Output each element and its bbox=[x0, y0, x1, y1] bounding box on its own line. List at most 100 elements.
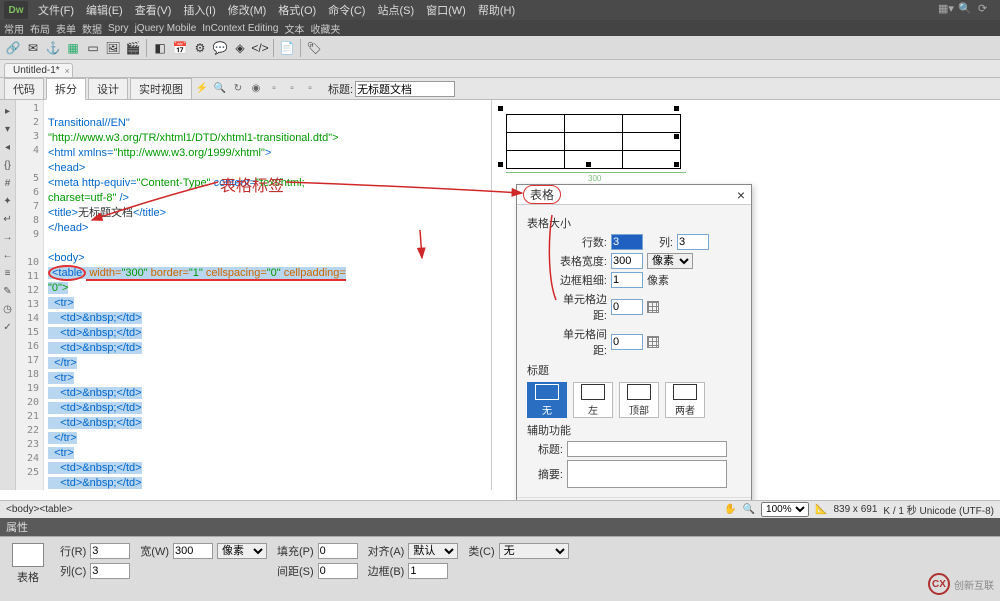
validate-icon[interactable]: ✓ bbox=[1, 320, 15, 334]
tab-text[interactable]: 文本 bbox=[284, 21, 304, 36]
date-icon[interactable]: 📅 bbox=[171, 39, 189, 57]
opt2-icon[interactable]: ▫ bbox=[284, 81, 300, 97]
hyperlink-icon[interactable]: 🔗 bbox=[4, 39, 22, 57]
tab-fav[interactable]: 收藏夹 bbox=[310, 21, 340, 36]
tag-selector-path[interactable]: <body><table> bbox=[6, 504, 73, 515]
server-icon[interactable]: ⚙ bbox=[191, 39, 209, 57]
menu-site[interactable]: 站点(S) bbox=[371, 2, 420, 18]
caption-left[interactable]: 左 bbox=[573, 382, 613, 418]
caption-none[interactable]: 无 bbox=[527, 382, 567, 418]
width-indicator: 300 bbox=[588, 174, 601, 183]
ruler-icon[interactable]: 📐 bbox=[815, 504, 827, 515]
select-parent-icon[interactable]: ◂ bbox=[1, 140, 15, 154]
dialog-titlebar[interactable]: 表格 × bbox=[517, 185, 751, 205]
border-input[interactable] bbox=[611, 272, 643, 288]
view-live[interactable]: 实时视图 bbox=[130, 78, 192, 100]
title-input[interactable] bbox=[355, 81, 455, 97]
cols-input[interactable] bbox=[677, 234, 709, 250]
script-icon[interactable]: </> bbox=[251, 39, 269, 57]
pp-cols-input[interactable] bbox=[90, 563, 130, 579]
pp-cellpad-input[interactable] bbox=[318, 543, 358, 559]
template-icon[interactable]: 📄 bbox=[278, 39, 296, 57]
refresh-icon[interactable]: ↻ bbox=[230, 81, 246, 97]
menu-modify[interactable]: 修改(M) bbox=[222, 2, 273, 18]
head-icon[interactable]: ◈ bbox=[231, 39, 249, 57]
anchor-icon[interactable]: ⚓ bbox=[44, 39, 62, 57]
doc-tab[interactable]: Untitled-1*× bbox=[4, 63, 73, 77]
tab-common[interactable]: 常用 bbox=[4, 21, 24, 36]
menu-file[interactable]: 文件(F) bbox=[32, 2, 80, 18]
menu-help[interactable]: 帮助(H) bbox=[472, 2, 521, 18]
menu-window[interactable]: 窗口(W) bbox=[420, 2, 472, 18]
sync-icon[interactable]: ⟳ bbox=[978, 2, 994, 18]
line-num-icon[interactable]: # bbox=[1, 176, 15, 190]
rows-label: 行数: bbox=[551, 234, 607, 250]
window-size[interactable]: 839 x 691 bbox=[833, 504, 877, 515]
view-design[interactable]: 设计 bbox=[88, 78, 128, 100]
indent-icon[interactable]: → bbox=[1, 230, 15, 244]
email-icon[interactable]: ✉ bbox=[24, 39, 42, 57]
cellpad-input[interactable] bbox=[611, 299, 643, 315]
tab-data[interactable]: 数据 bbox=[82, 21, 102, 36]
cellspace-input[interactable] bbox=[611, 334, 643, 350]
summary-textarea[interactable] bbox=[567, 460, 727, 488]
widget-icon[interactable]: ◧ bbox=[151, 39, 169, 57]
highlight-icon[interactable]: ✦ bbox=[1, 194, 15, 208]
menu-edit[interactable]: 编辑(E) bbox=[80, 2, 129, 18]
pp-width-unit[interactable]: 像素 bbox=[217, 543, 267, 559]
tab-jquery[interactable]: jQuery Mobile bbox=[135, 23, 197, 34]
nav-icon[interactable]: ◉ bbox=[248, 81, 264, 97]
pp-border-input[interactable] bbox=[408, 563, 448, 579]
caption-input[interactable] bbox=[567, 441, 727, 457]
wrap-icon[interactable]: ↵ bbox=[1, 212, 15, 226]
recent-icon[interactable]: ◷ bbox=[1, 302, 15, 316]
insert-toolbar: 🔗 ✉ ⚓ ▦ ▭ 🖼 🎬 ◧ 📅 ⚙ 💬 ◈ </> 📄 🏷 bbox=[0, 36, 1000, 60]
zoom-icon[interactable]: 🔍 bbox=[743, 504, 755, 515]
tab-spry[interactable]: Spry bbox=[108, 23, 129, 34]
tab-forms[interactable]: 表单 bbox=[56, 21, 76, 36]
menu-insert[interactable]: 插入(I) bbox=[177, 2, 221, 18]
format-icon[interactable]: ≡ bbox=[1, 266, 15, 280]
tab-incontext[interactable]: InContext Editing bbox=[202, 23, 278, 34]
pp-align-select[interactable]: 默认 bbox=[408, 543, 458, 559]
rows-input[interactable] bbox=[611, 234, 643, 250]
collapse-icon[interactable]: ▸ bbox=[1, 104, 15, 118]
opt3-icon[interactable]: ▫ bbox=[302, 81, 318, 97]
tag-icon[interactable]: 🏷 bbox=[305, 39, 323, 57]
div-icon[interactable]: ▭ bbox=[84, 39, 102, 57]
width-unit-select[interactable]: 像素 bbox=[647, 253, 693, 269]
pp-rows-input[interactable] bbox=[90, 543, 130, 559]
comment-icon[interactable]: 💬 bbox=[211, 39, 229, 57]
layout-icon[interactable]: ▦▾ bbox=[938, 2, 954, 18]
menu-format[interactable]: 格式(O) bbox=[272, 2, 322, 18]
pp-class-select[interactable]: 无 bbox=[499, 543, 569, 559]
zoom-select[interactable]: 100% bbox=[761, 502, 809, 517]
search-icon[interactable]: 🔍 bbox=[958, 2, 974, 18]
inspect-icon[interactable]: 🔍 bbox=[212, 81, 228, 97]
snippet-icon[interactable]: ✎ bbox=[1, 284, 15, 298]
menu-view[interactable]: 查看(V) bbox=[129, 2, 178, 18]
live-code-icon[interactable]: ⚡ bbox=[194, 81, 210, 97]
caption-top[interactable]: 顶部 bbox=[619, 382, 659, 418]
menu-command[interactable]: 命令(C) bbox=[322, 2, 371, 18]
close-icon[interactable]: × bbox=[64, 66, 69, 76]
code-editor[interactable]: Transitional//EN" "http://www.w3.org/TR/… bbox=[44, 100, 491, 490]
expand-icon[interactable]: ▾ bbox=[1, 122, 15, 136]
image-icon[interactable]: 🖼 bbox=[104, 39, 122, 57]
properties-header[interactable]: 属性 bbox=[0, 518, 1000, 536]
hand-icon[interactable]: ✋ bbox=[724, 504, 736, 515]
tab-layout[interactable]: 布局 bbox=[30, 21, 50, 36]
table-icon[interactable]: ▦ bbox=[64, 39, 82, 57]
media-icon[interactable]: 🎬 bbox=[124, 39, 142, 57]
caption-both[interactable]: 两者 bbox=[665, 382, 705, 418]
outdent-icon[interactable]: ← bbox=[1, 248, 15, 262]
balance-icon[interactable]: {} bbox=[1, 158, 15, 172]
width-input[interactable] bbox=[611, 253, 643, 269]
opt1-icon[interactable]: ▫ bbox=[266, 81, 282, 97]
pp-cellspace-input[interactable] bbox=[318, 563, 358, 579]
dialog-close-icon[interactable]: × bbox=[737, 187, 745, 203]
view-code[interactable]: 代码 bbox=[4, 78, 44, 100]
view-split[interactable]: 拆分 bbox=[46, 78, 86, 100]
preview-table[interactable] bbox=[506, 114, 681, 169]
pp-width-input[interactable] bbox=[173, 543, 213, 559]
